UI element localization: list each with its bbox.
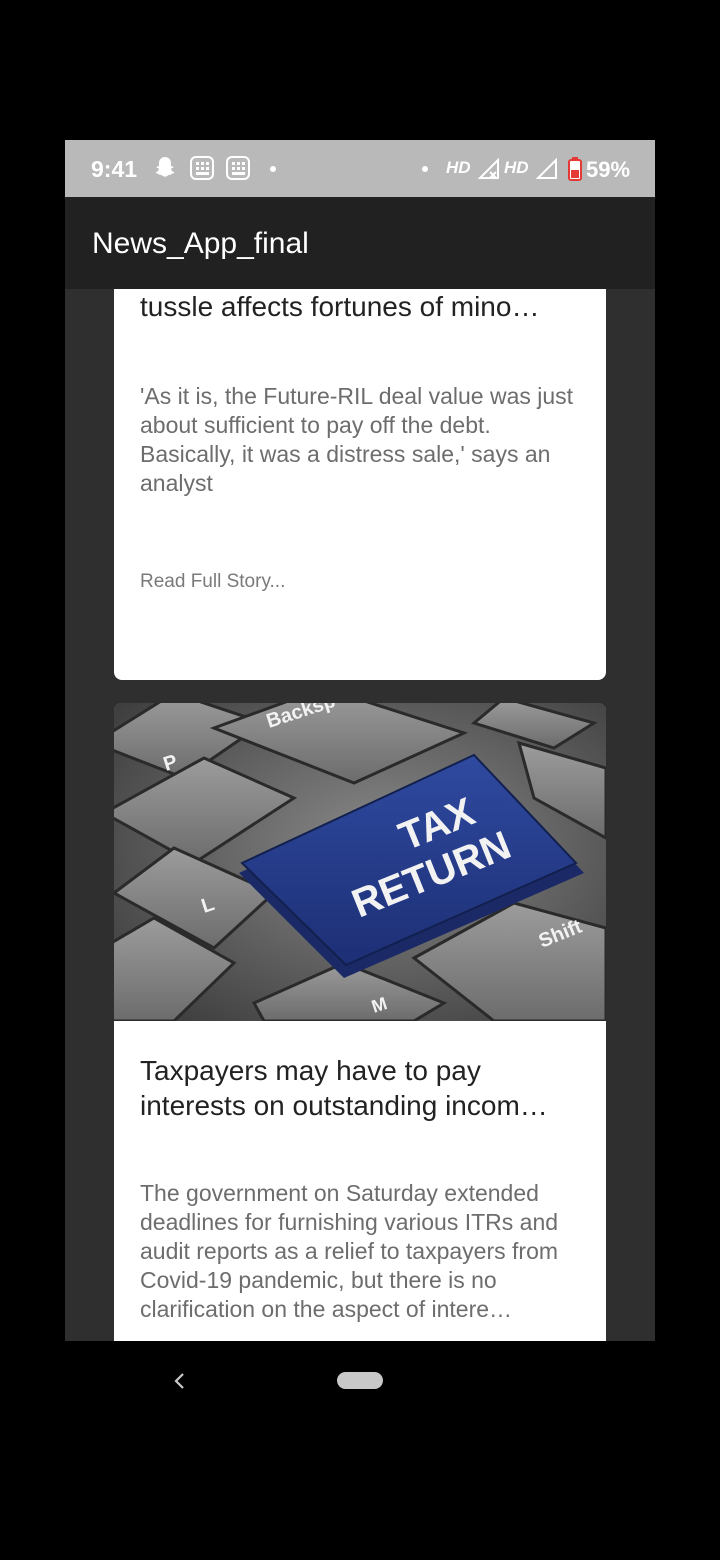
app-title: News_App_final xyxy=(92,227,309,260)
snapchat-icon xyxy=(153,155,177,185)
news-card-description: 'As it is, the Future-RIL deal value was… xyxy=(140,383,574,496)
news-card[interactable]: Backsp P TAX RETURN L Shift M Taxpayers … xyxy=(114,703,606,1341)
signal-no-data-icon xyxy=(477,157,500,186)
app-bar: News_App_final xyxy=(65,197,655,289)
notification-dot-icon xyxy=(270,166,276,172)
news-card-title: Taxpayers may have to pay interests on o… xyxy=(140,1055,548,1121)
signal-icon xyxy=(535,157,558,186)
signal-dot-icon xyxy=(422,166,428,172)
news-card-title: tussle affects fortunes of mino… xyxy=(140,291,540,322)
news-card[interactable]: tussle affects fortunes of mino… 'As it … xyxy=(114,289,606,680)
status-bar: 9:41 HD HD 59% xyxy=(65,140,655,197)
status-time: 9:41 xyxy=(91,156,138,182)
battery-percentage: 59% xyxy=(586,157,631,182)
read-full-story-link[interactable]: Read Full Story... xyxy=(140,571,285,593)
news-card-image: Backsp P TAX RETURN L Shift M xyxy=(114,703,606,1023)
hd-label-2: HD xyxy=(504,158,529,177)
news-card-description: The government on Saturday extended dead… xyxy=(140,1180,559,1322)
calculator-icon xyxy=(189,155,215,187)
navigation-bar xyxy=(0,1341,720,1560)
news-feed[interactable]: tussle affects fortunes of mino… 'As it … xyxy=(65,289,655,1341)
phone-screen: 9:41 HD HD 59% News_App_final tussle aff… xyxy=(65,140,655,1341)
home-pill-icon[interactable] xyxy=(337,1372,383,1389)
calculator-icon-2 xyxy=(225,155,251,187)
hd-label-1: HD xyxy=(446,158,471,177)
chevron-left-icon[interactable] xyxy=(170,1371,190,1396)
battery-low-icon xyxy=(568,157,582,187)
